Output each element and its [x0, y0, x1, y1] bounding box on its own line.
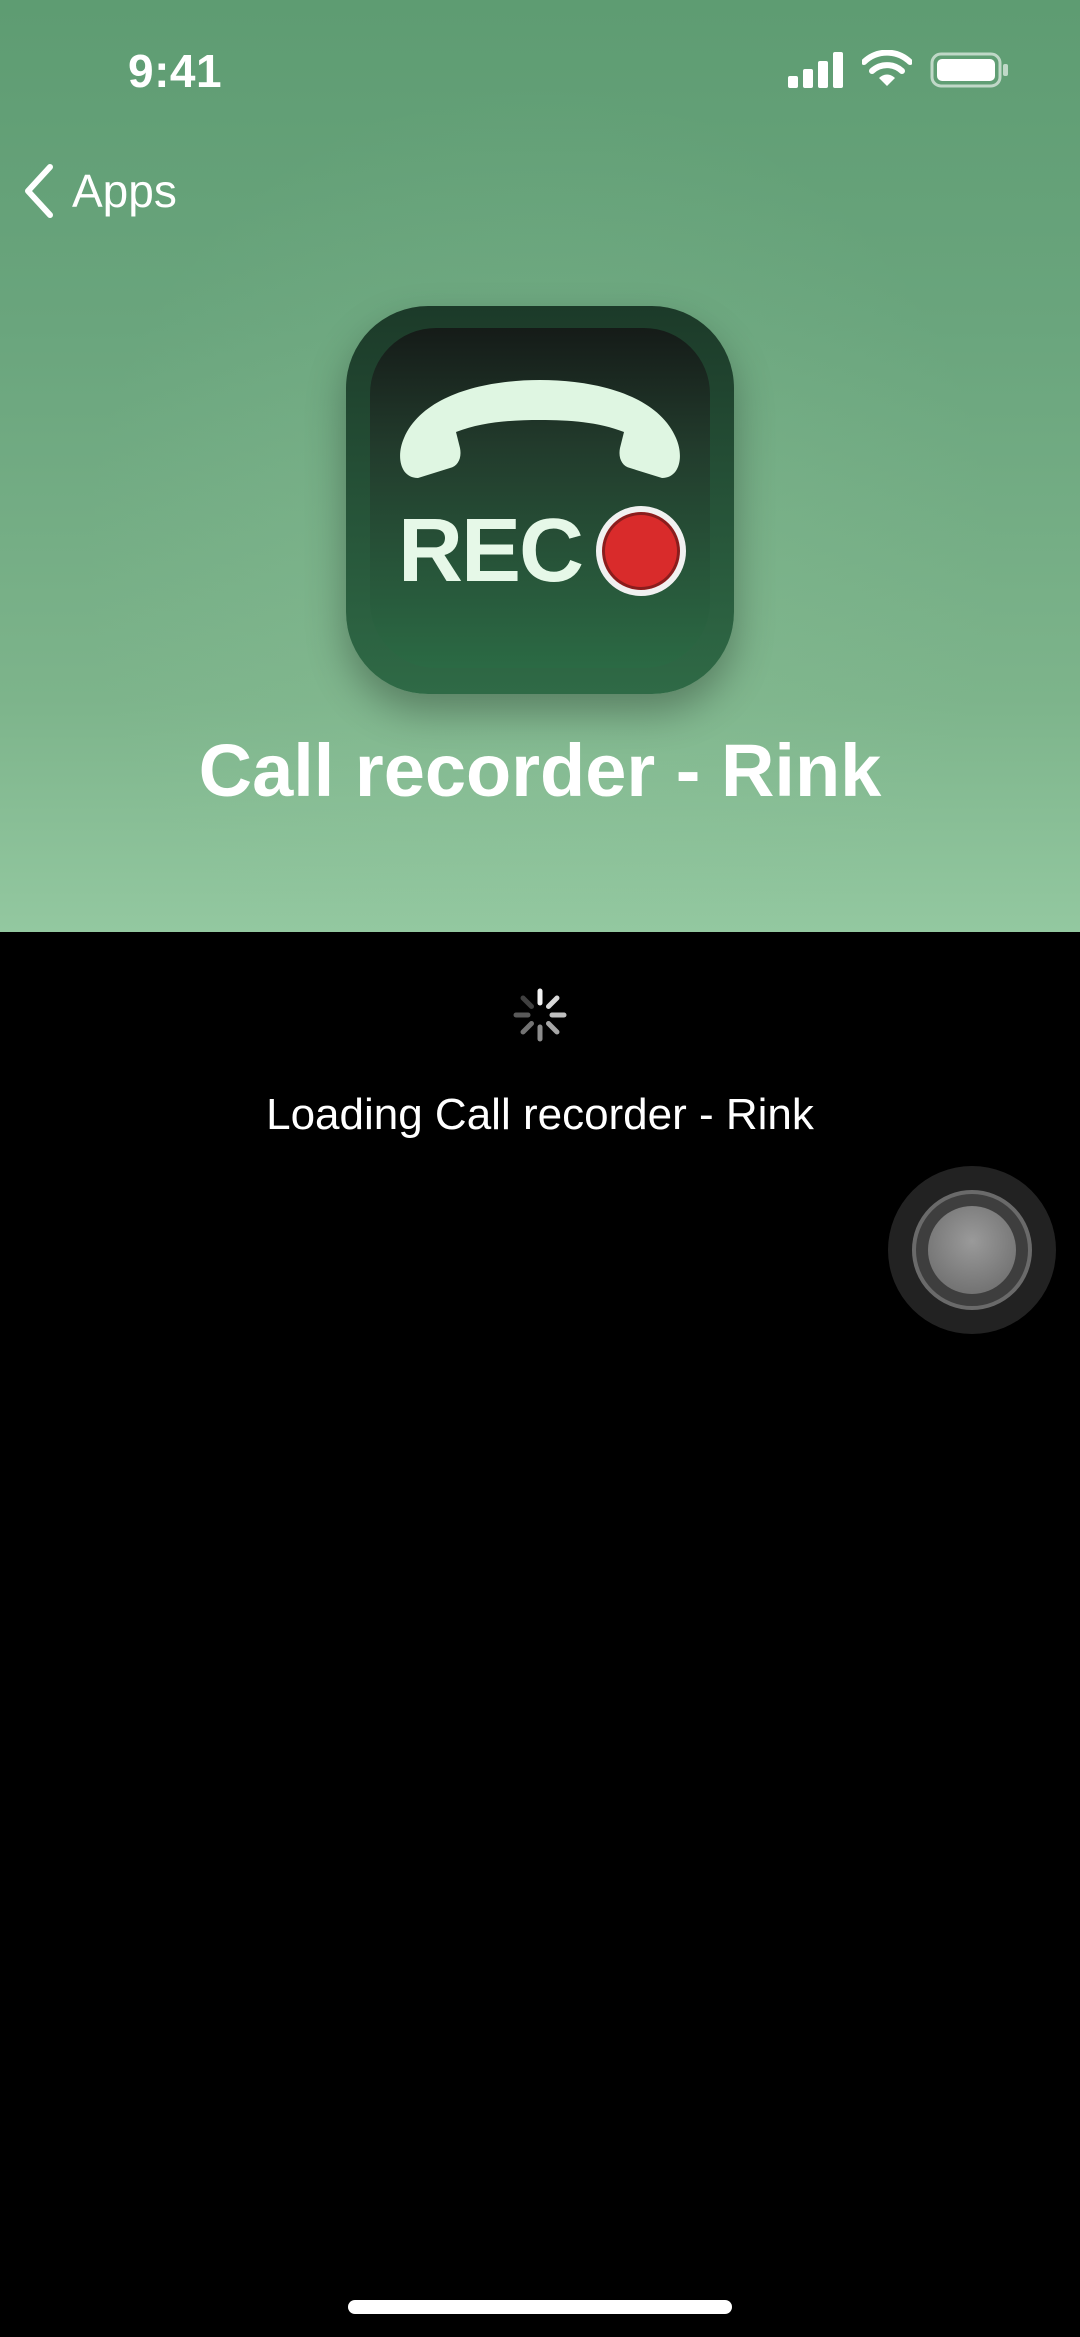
back-label: Apps — [72, 165, 177, 217]
battery-icon — [930, 52, 1008, 88]
record-dot-icon — [596, 506, 687, 596]
app-title: Call recorder - Rink — [198, 729, 882, 812]
rec-badge: REC — [398, 501, 687, 601]
signal-icon — [788, 52, 843, 88]
spinner-icon — [513, 988, 567, 1042]
status-time: 9:41 — [128, 45, 223, 97]
assistive-touch-core — [928, 1206, 1016, 1294]
app-header: 9:41 Apps REC Call recorder - Rink — [0, 0, 1080, 932]
assistive-touch-button[interactable] — [888, 1166, 1056, 1334]
chevron-left-icon — [25, 164, 53, 218]
app-icon: REC — [346, 306, 734, 694]
home-indicator[interactable] — [348, 2300, 732, 2314]
loading-text: Loading Call recorder - Rink — [266, 1090, 814, 1139]
rec-label: REC — [398, 501, 584, 601]
phone-handset-icon — [400, 380, 680, 478]
back-button[interactable]: Apps — [22, 158, 177, 224]
status-bar: 9:41 — [0, 0, 1080, 140]
wifi-icon — [862, 50, 912, 86]
app-icon-face: REC — [370, 328, 710, 668]
